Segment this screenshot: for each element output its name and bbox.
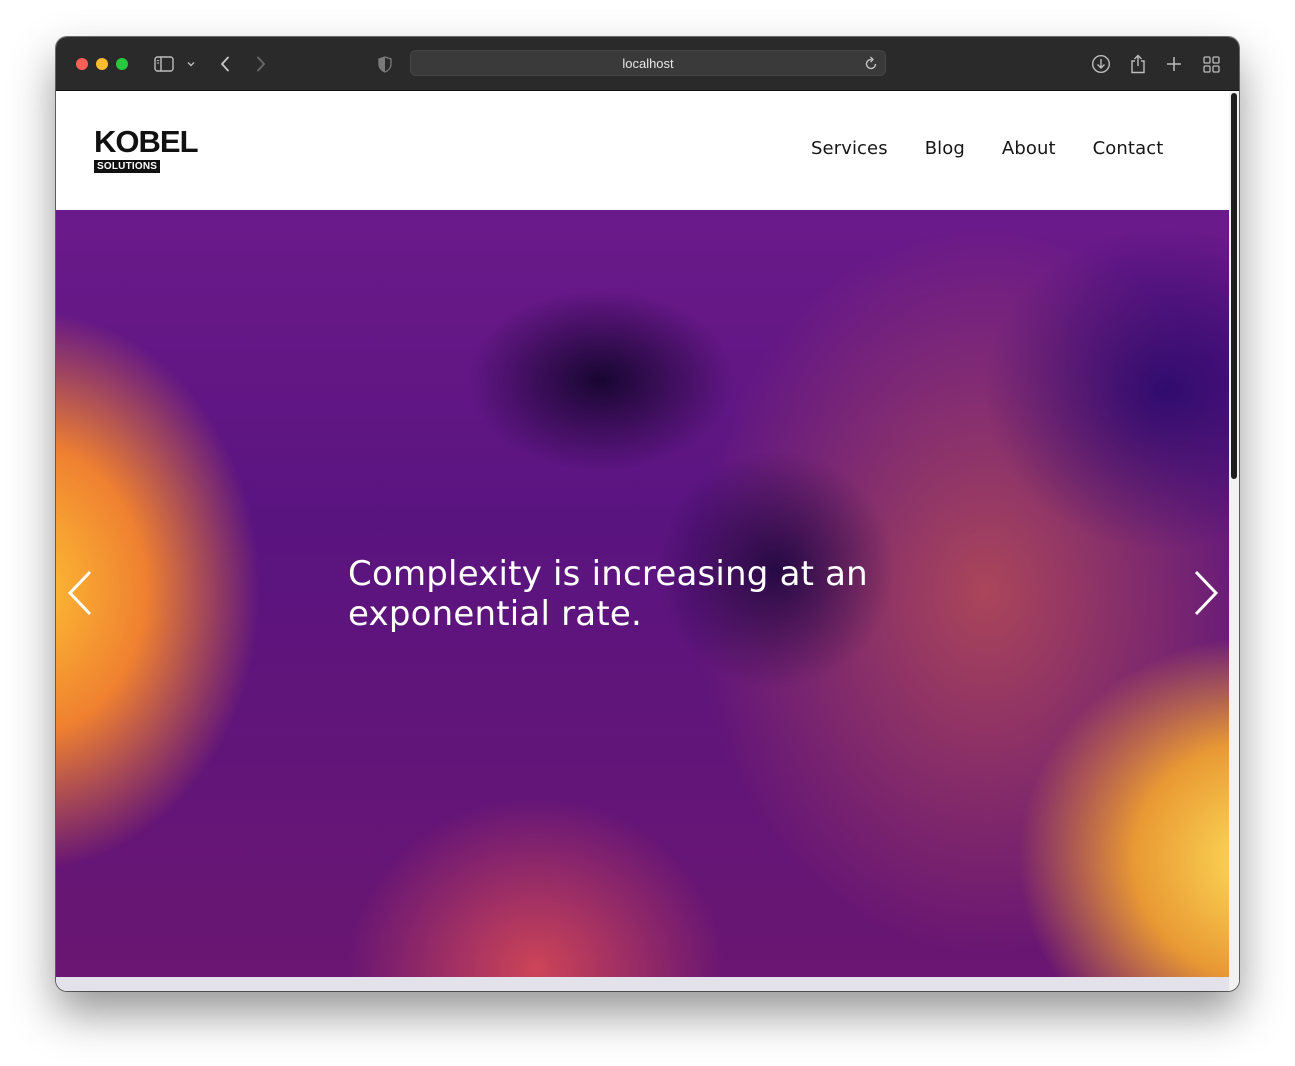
logo-name: KOBEL	[94, 124, 198, 159]
nav-item-contact[interactable]: Contact	[1093, 138, 1164, 159]
chevron-left-icon	[67, 570, 92, 616]
page-scrollbar[interactable]	[1229, 91, 1239, 991]
plus-icon[interactable]	[1164, 51, 1184, 77]
carousel-prev-button[interactable]	[66, 570, 96, 616]
browser-toolbar: localhost	[56, 37, 1239, 91]
nav-item-services[interactable]: Services	[811, 138, 888, 159]
zoom-window-button[interactable]	[116, 58, 128, 70]
carousel-next-button[interactable]	[1190, 570, 1220, 616]
chevron-down-icon[interactable]	[184, 51, 198, 77]
nav-item-blog[interactable]: Blog	[925, 138, 965, 159]
share-icon[interactable]	[1128, 51, 1148, 77]
address-bar[interactable]: localhost	[410, 50, 886, 76]
web-page: KOBEL SOLUTIONS Services Blog About Cont…	[56, 91, 1229, 991]
close-window-button[interactable]	[76, 58, 88, 70]
browser-window: localhost KOBEL SOLUTIONS Services Blog …	[56, 37, 1239, 991]
reload-icon[interactable]	[865, 56, 878, 75]
page-divider	[56, 977, 1229, 991]
grid-icon[interactable]	[1201, 51, 1221, 77]
chevron-right-icon	[1194, 570, 1219, 616]
site-header: KOBEL SOLUTIONS Services Blog About Cont…	[56, 91, 1229, 210]
minimize-window-button[interactable]	[96, 58, 108, 70]
download-icon[interactable]	[1090, 51, 1112, 77]
logo-tagline: SOLUTIONS	[94, 160, 161, 173]
site-logo[interactable]: KOBEL SOLUTIONS	[94, 124, 198, 174]
chevron-left-icon	[220, 56, 229, 72]
main-nav: Services Blog About Contact	[811, 138, 1200, 159]
shield-icon[interactable]	[376, 51, 394, 77]
url-text: localhost	[622, 56, 674, 71]
nav-item-about[interactable]: About	[1002, 138, 1056, 159]
hero-headline: Complexity is increasing at an exponenti…	[348, 554, 868, 634]
forward-button[interactable]	[252, 51, 270, 77]
sidebar-icon[interactable]	[152, 51, 176, 77]
chevron-right-icon	[257, 56, 266, 72]
back-button[interactable]	[216, 51, 234, 77]
hero-carousel: Complexity is increasing at an exponenti…	[56, 210, 1229, 977]
scrollbar-thumb[interactable]	[1231, 93, 1237, 479]
